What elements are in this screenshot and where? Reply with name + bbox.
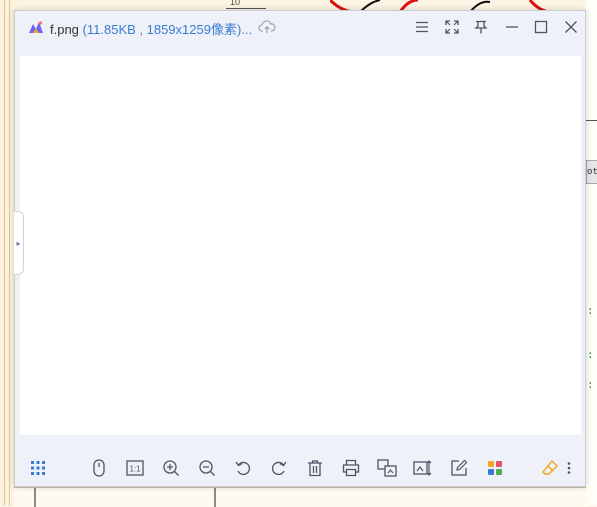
pin-button[interactable] <box>471 17 491 37</box>
background-top-fragment: 10 <box>226 0 266 10</box>
minimize-button[interactable] <box>502 17 522 37</box>
rotate-left-icon <box>235 461 251 476</box>
title-bar[interactable]: f.png (11.85KB , 1859x1259像素)... <box>15 11 585 43</box>
rotate-right-button[interactable] <box>268 457 290 479</box>
background-code-fragment: : <box>587 348 594 361</box>
background-right-editor: ot : : : <box>586 0 597 506</box>
bottom-toolbar: 1:1 <box>15 451 585 485</box>
apps-button[interactable] <box>484 457 506 479</box>
zoom-in-button[interactable] <box>160 457 182 479</box>
eraser-button[interactable] <box>539 457 561 479</box>
window-title: f.png (11.85KB , 1859x1259像素)... <box>50 19 252 38</box>
rotate-left-button[interactable] <box>232 457 254 479</box>
minimize-icon <box>506 26 518 28</box>
background-code-fragment: : <box>587 304 594 317</box>
maximize-button[interactable] <box>531 17 551 37</box>
apps-icon <box>488 461 502 475</box>
edit-icon <box>451 459 468 476</box>
background-line-number: 10 <box>230 0 241 7</box>
background-code-fragment: : <box>587 378 594 391</box>
compress-icon <box>413 460 432 476</box>
close-button[interactable] <box>561 17 581 37</box>
background-rule <box>586 120 597 121</box>
background-left-strip <box>0 0 14 506</box>
image-canvas[interactable] <box>20 56 581 435</box>
thumbnails-button[interactable] <box>27 457 49 479</box>
delete-button[interactable] <box>304 457 326 479</box>
actual-size-label: 1:1 <box>129 465 141 474</box>
compress-button[interactable] <box>412 457 434 479</box>
delete-icon <box>308 460 322 477</box>
zoom-out-icon <box>199 460 215 476</box>
actual-size-icon: 1:1 <box>126 460 144 476</box>
background-divider <box>4 0 5 506</box>
fullscreen-icon <box>445 20 459 34</box>
menu-button[interactable] <box>412 17 432 37</box>
app-logo-icon <box>29 21 43 33</box>
pin-icon <box>474 20 488 34</box>
convert-button[interactable] <box>376 457 398 479</box>
chevron-right-icon: ▸ <box>16 238 21 248</box>
mouse-mode-button[interactable] <box>88 457 110 479</box>
image-viewer-window: f.png (11.85KB , 1859x1259像素)... ▸ 1:1 <box>14 10 586 487</box>
maximize-icon <box>534 20 548 34</box>
file-meta: (11.85KB , 1859x1259像素)... <box>82 22 253 37</box>
edit-button[interactable] <box>448 457 470 479</box>
background-divider <box>214 488 216 507</box>
actual-size-button[interactable]: 1:1 <box>124 457 146 479</box>
background-tab: ot <box>586 160 597 184</box>
grid-icon <box>31 461 45 475</box>
convert-icon <box>377 459 397 477</box>
zoom-out-button[interactable] <box>196 457 218 479</box>
background-underline <box>226 8 266 9</box>
more-icon <box>567 462 571 474</box>
sidebar-toggle[interactable]: ▸ <box>14 211 24 275</box>
more-button[interactable] <box>560 457 578 479</box>
cloud-upload-icon[interactable] <box>258 18 276 36</box>
zoom-in-icon <box>163 460 179 476</box>
background-divider <box>9 0 10 506</box>
print-icon <box>342 459 360 477</box>
fullscreen-button[interactable] <box>442 17 462 37</box>
rotate-right-icon <box>271 461 287 476</box>
file-name: f.png <box>50 22 79 37</box>
background-bottom-strip <box>14 487 586 507</box>
mouse-icon <box>93 459 105 477</box>
print-button[interactable] <box>340 457 362 479</box>
menu-icon <box>416 21 428 33</box>
background-divider <box>34 488 36 507</box>
eraser-icon <box>542 459 558 475</box>
close-icon <box>565 21 577 33</box>
